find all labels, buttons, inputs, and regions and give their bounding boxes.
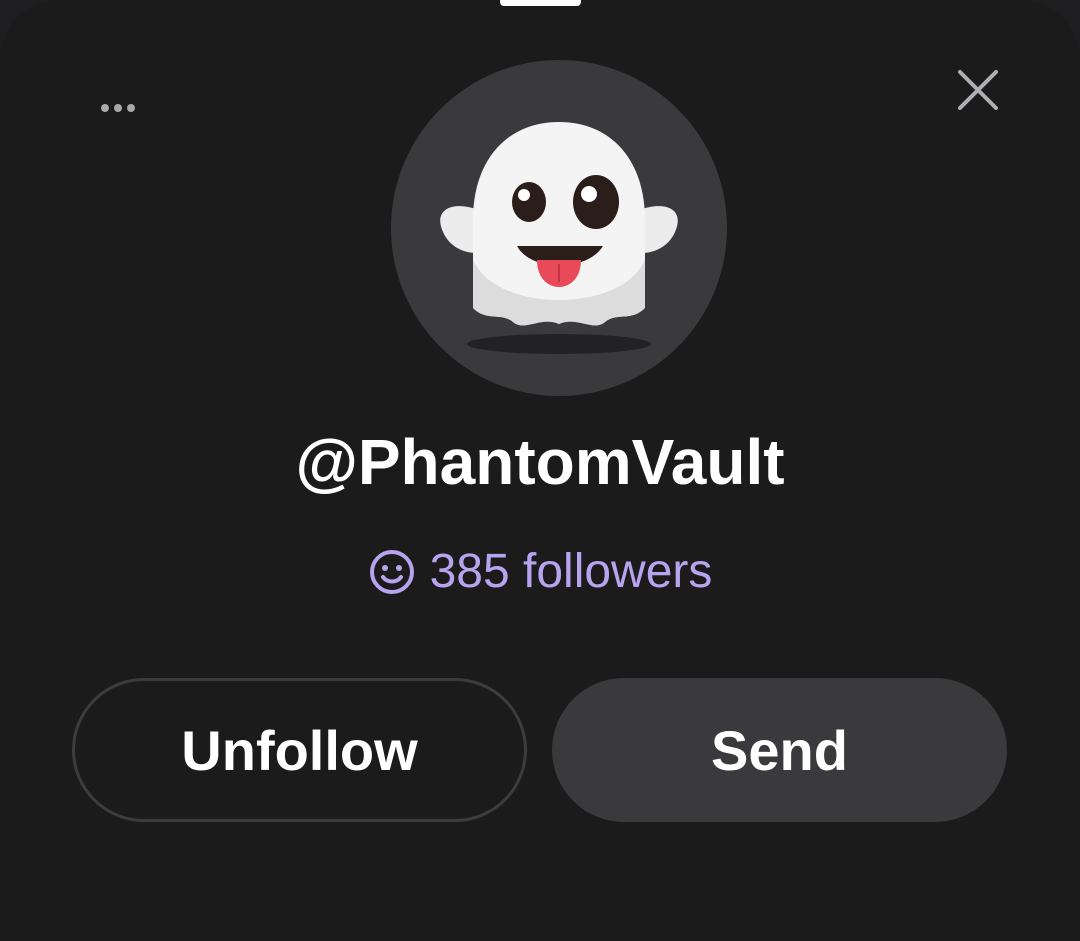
username: @PhantomVault [295, 426, 785, 498]
more-options-button[interactable] [90, 88, 150, 128]
profile-sheet: @PhantomVault 385 followers Unfollow Sen… [0, 0, 1080, 941]
sheet-grabber-handle[interactable] [500, 0, 581, 6]
more-horizontal-icon [101, 104, 135, 112]
followers-text: 385 followers [429, 545, 713, 598]
smile-icon [369, 550, 414, 594]
close-icon [958, 70, 998, 110]
unfollow-button[interactable]: Unfollow [72, 678, 527, 822]
send-label: Send [711, 718, 848, 782]
followers-count-link[interactable]: 385 followers [0, 542, 1080, 602]
send-button[interactable]: Send [552, 678, 1007, 822]
avatar[interactable] [391, 60, 727, 396]
unfollow-label: Unfollow [181, 718, 418, 782]
close-button[interactable] [948, 60, 1008, 120]
ghost-icon [440, 122, 678, 354]
